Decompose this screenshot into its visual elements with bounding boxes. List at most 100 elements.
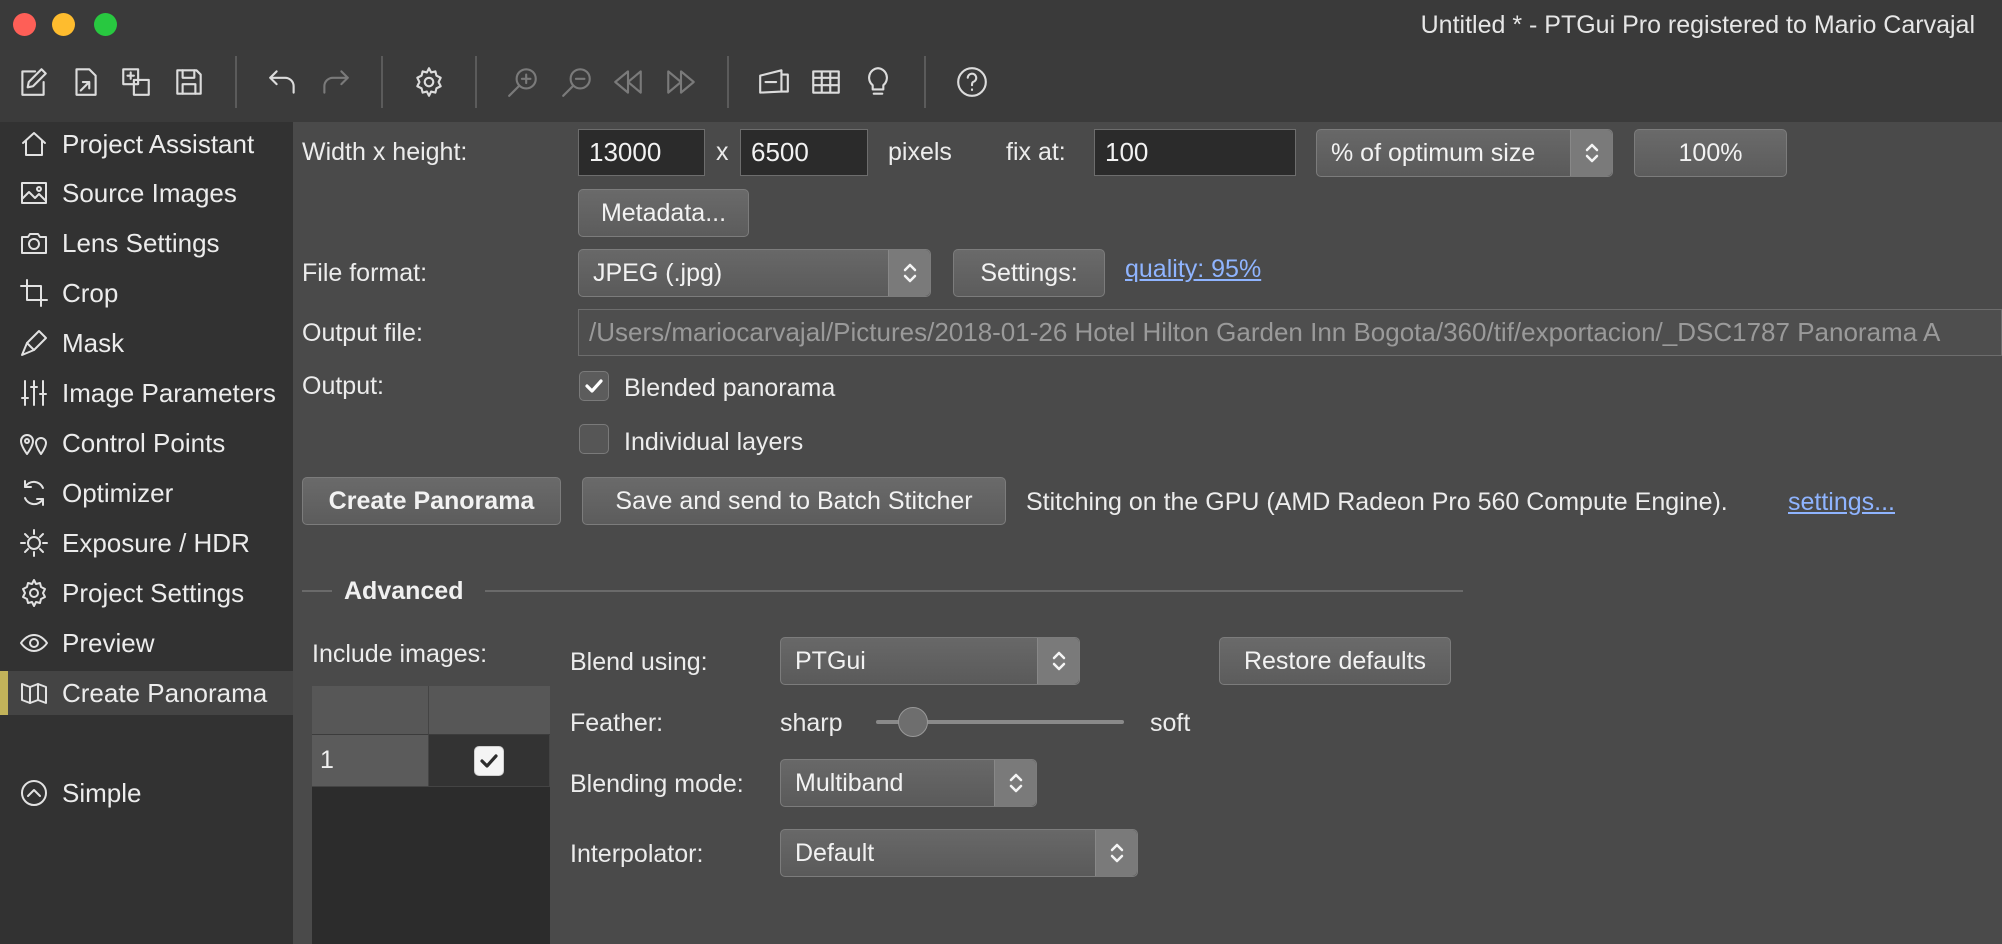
panorama-icon: [17, 676, 51, 710]
interpolator-value: Default: [795, 838, 875, 867]
new-project-icon[interactable]: [14, 63, 52, 101]
file-format-select[interactable]: JPEG (.jpg): [578, 249, 931, 297]
help-icon[interactable]: [953, 63, 991, 101]
sidebar-item-project-settings[interactable]: Project Settings: [0, 571, 293, 615]
panorama-editor-icon[interactable]: [755, 63, 793, 101]
blend-using-value: PTGui: [795, 646, 866, 675]
fix-at-input[interactable]: 100: [1094, 129, 1296, 176]
blended-panorama-checkbox[interactable]: [579, 371, 609, 401]
chevron-up-circle-icon: [17, 776, 51, 810]
blending-mode-value: Multiband: [795, 768, 904, 797]
table-row-include-cell: [429, 735, 550, 787]
include-images-label: Include images:: [312, 640, 488, 668]
restore-defaults-button[interactable]: Restore defaults: [1219, 637, 1451, 685]
output-file-input[interactable]: /Users/mariocarvajal/Pictures/2018-01-26…: [578, 309, 2002, 356]
toolbar-separator: [924, 56, 926, 108]
close-window-button[interactable]: [13, 13, 36, 36]
preferences-gear-icon[interactable]: [410, 63, 448, 101]
sidebar: Project Assistant Source Images Lens Set…: [0, 122, 293, 944]
blend-using-select[interactable]: PTGui: [780, 637, 1080, 685]
table-icon[interactable]: [807, 63, 845, 101]
sidebar-item-label: Optimizer: [62, 477, 174, 508]
size-mode-select[interactable]: % of optimum size: [1316, 129, 1613, 177]
zoom-in-icon[interactable]: [504, 63, 542, 101]
output-label: Output:: [302, 372, 384, 400]
sidebar-item-source-images[interactable]: Source Images: [0, 171, 293, 215]
blending-mode-label: Blending mode:: [570, 770, 744, 798]
table-row-index[interactable]: 1: [312, 735, 429, 787]
percent-100-button[interactable]: 100%: [1634, 129, 1787, 177]
interpolator-select[interactable]: Default: [780, 829, 1138, 877]
load-images-icon[interactable]: [117, 63, 155, 101]
sidebar-item-lens-settings[interactable]: Lens Settings: [0, 221, 293, 265]
redo-icon[interactable]: [316, 63, 354, 101]
simple-mode-toggle[interactable]: Simple: [0, 771, 293, 815]
advanced-divider-right: [485, 590, 1463, 592]
chevron-updown-icon: [1037, 638, 1079, 684]
previous-icon[interactable]: [609, 63, 647, 101]
control-points-icon: [17, 426, 51, 460]
toolbar-separator: [381, 56, 383, 108]
output-file-label: Output file:: [302, 319, 423, 347]
sidebar-item-mask[interactable]: Mask: [0, 321, 293, 365]
create-panorama-button[interactable]: Create Panorama: [302, 477, 561, 525]
individual-layers-checkbox[interactable]: [579, 424, 609, 454]
sidebar-item-preview[interactable]: Preview: [0, 621, 293, 665]
format-settings-button[interactable]: Settings:: [953, 249, 1105, 297]
image-icon: [17, 176, 51, 210]
sidebar-item-project-assistant[interactable]: Project Assistant: [0, 122, 293, 166]
metadata-button[interactable]: Metadata...: [578, 189, 749, 237]
feather-label: Feather:: [570, 709, 664, 737]
batch-stitcher-button[interactable]: Save and send to Batch Stitcher: [582, 477, 1006, 525]
sidebar-item-optimizer[interactable]: Optimizer: [0, 471, 293, 515]
undo-icon[interactable]: [264, 63, 302, 101]
advanced-section-title: Advanced: [344, 577, 464, 605]
save-icon[interactable]: [170, 63, 208, 101]
file-format-label: File format:: [302, 259, 428, 287]
zoom-out-icon[interactable]: [558, 63, 596, 101]
eye-icon: [17, 626, 51, 660]
sidebar-item-create-panorama[interactable]: Create Panorama: [0, 671, 293, 715]
fix-at-label: fix at:: [1006, 138, 1066, 166]
sidebar-item-exposure-hdr[interactable]: Exposure / HDR: [0, 521, 293, 565]
title-bar: Untitled * - PTGui Pro registered to Mar…: [0, 0, 2002, 50]
open-project-icon[interactable]: [66, 63, 104, 101]
minimize-window-button[interactable]: [52, 13, 75, 36]
sidebar-item-label: Project Settings: [62, 577, 245, 608]
sidebar-item-label: Source Images: [62, 177, 237, 208]
sidebar-item-label: Exposure / HDR: [62, 527, 250, 558]
sidebar-item-label: Lens Settings: [62, 227, 220, 258]
gpu-settings-link[interactable]: settings...: [1788, 488, 1895, 517]
sidebar-item-crop[interactable]: Crop: [0, 271, 293, 315]
next-icon[interactable]: [662, 63, 700, 101]
toolbar-separator: [475, 56, 477, 108]
tips-lightbulb-icon[interactable]: [859, 63, 897, 101]
quality-link[interactable]: quality: 95%: [1125, 255, 1261, 284]
optimizer-icon: [17, 476, 51, 510]
width-input[interactable]: 13000: [578, 129, 705, 176]
blended-panorama-label: Blended panorama: [624, 374, 836, 402]
maximize-window-button[interactable]: [94, 13, 117, 36]
height-input[interactable]: 6500: [740, 129, 868, 176]
width-height-label: Width x height:: [302, 138, 468, 166]
include-image-checkbox[interactable]: [474, 745, 504, 776]
sun-icon: [17, 526, 51, 560]
interpolator-label: Interpolator:: [570, 840, 704, 868]
feather-slider-thumb[interactable]: [898, 707, 929, 737]
size-mode-value: % of optimum size: [1331, 138, 1536, 167]
blending-mode-select[interactable]: Multiband: [780, 759, 1037, 807]
sliders-icon: [17, 376, 51, 410]
feather-soft-label: soft: [1150, 709, 1191, 737]
checkmark-icon: [585, 379, 603, 393]
individual-layers-label: Individual layers: [624, 428, 804, 456]
sidebar-item-image-parameters[interactable]: Image Parameters: [0, 371, 293, 415]
pixels-label: pixels: [888, 138, 952, 166]
simple-mode-label: Simple: [62, 777, 142, 808]
toolbar-separator: [235, 56, 237, 108]
sidebar-item-control-points[interactable]: Control Points: [0, 421, 293, 465]
feather-sharp-label: sharp: [780, 709, 843, 737]
gear-icon: [17, 576, 51, 610]
sidebar-item-label: Image Parameters: [62, 377, 276, 408]
advanced-divider-left: [302, 590, 332, 592]
chevron-updown-icon: [1570, 130, 1612, 176]
